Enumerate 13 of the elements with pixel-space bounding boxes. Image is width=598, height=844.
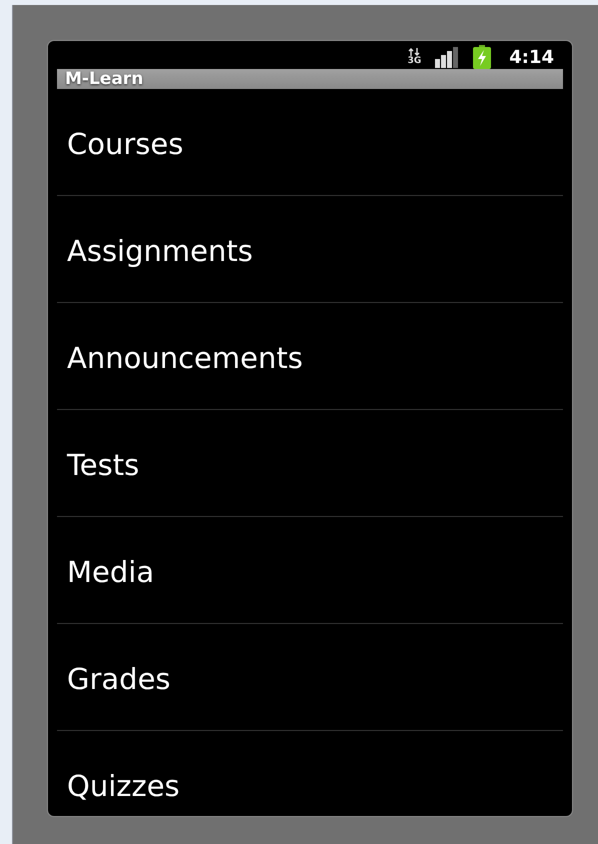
menu-item[interactable]: Grades — [57, 624, 563, 731]
data-arrows-icon — [408, 48, 420, 56]
menu-item[interactable]: Media — [57, 517, 563, 624]
signal-icon — [435, 46, 460, 68]
menu-item[interactable]: Tests — [57, 410, 563, 517]
menu-item[interactable]: Assignments — [57, 196, 563, 303]
network-indicator: 3G — [408, 57, 422, 66]
battery-charging-icon — [473, 45, 492, 69]
menu-item[interactable]: Announcements — [57, 303, 563, 410]
app-title: M-Learn — [65, 69, 144, 89]
clock: 4:14 — [509, 46, 554, 68]
menu-item[interactable]: Courses — [57, 89, 563, 196]
menu-item[interactable]: Quizzes — [57, 731, 563, 816]
